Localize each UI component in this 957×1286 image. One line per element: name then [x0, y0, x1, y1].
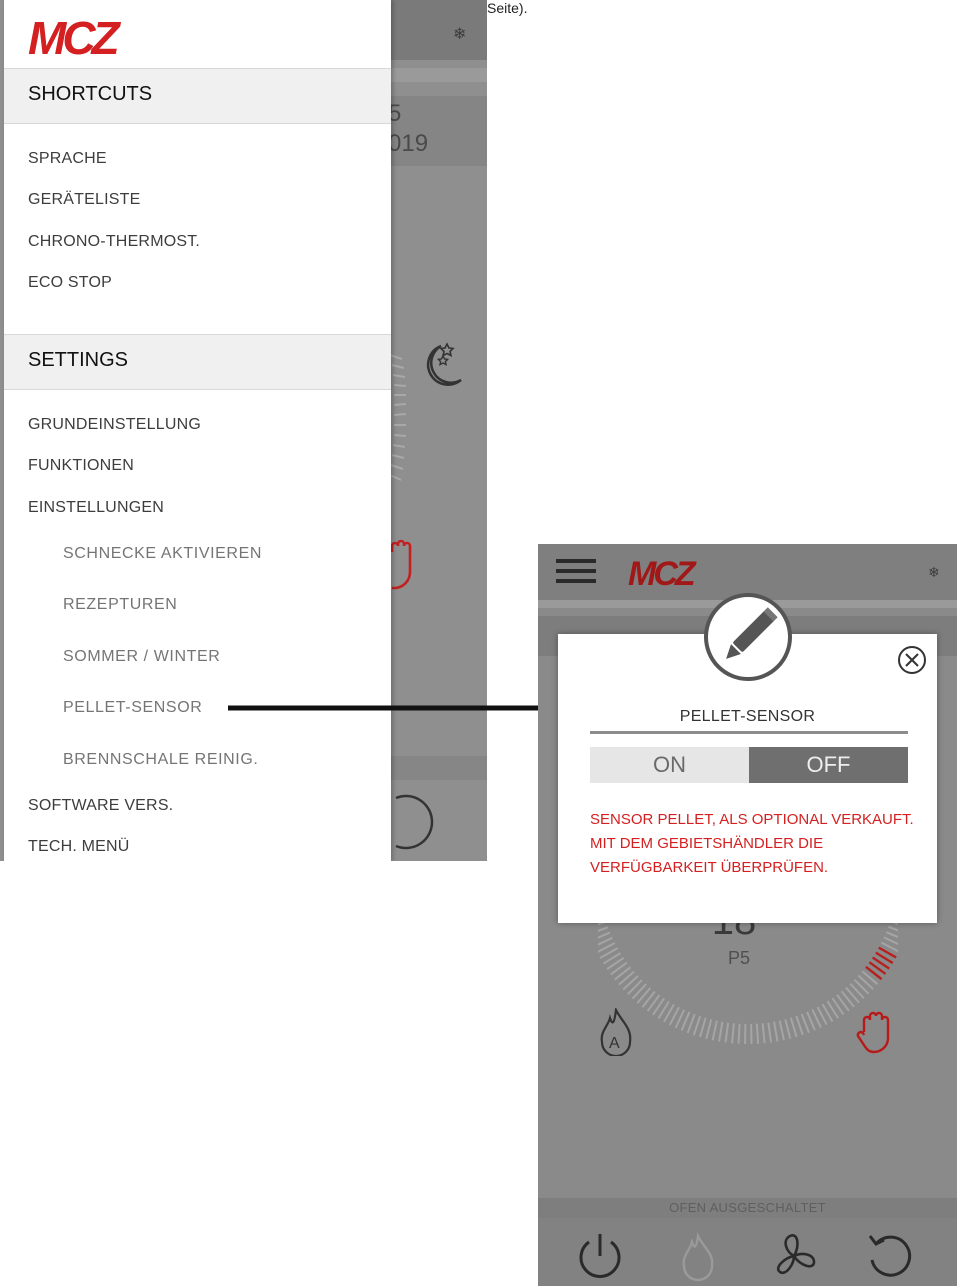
dialog-title: PELLET-SENSOR: [679, 708, 816, 725]
background-text-2: 019: [388, 130, 429, 157]
svg-text:A: A: [609, 1035, 620, 1052]
dial-tick: [800, 1013, 810, 1034]
shortcuts-header-label: SHORTCUTS: [28, 83, 153, 105]
toggle-on-button[interactable]: ON: [590, 747, 749, 783]
menu-item-funktionen[interactable]: FUNKTIONEN: [28, 457, 134, 475]
on-off-toggle[interactable]: ON OFF: [590, 747, 908, 783]
menu-item-grundeinstellung[interactable]: GRUNDEINSTELLUNG: [28, 416, 201, 434]
submenu-item-schnecke-aktivieren[interactable]: SCHNECKE AKTIVIEREN: [63, 545, 262, 563]
hand-icon[interactable]: [856, 1008, 896, 1056]
dial-tick: [705, 1019, 713, 1040]
menu-item-einstellungen[interactable]: EINSTELLUNGEN: [28, 499, 164, 517]
power-icon[interactable]: [574, 1230, 626, 1282]
warning-line-2: MIT DEM GEBIETSHÄNDLER DIE: [590, 835, 824, 852]
dial-tick: [778, 1020, 785, 1041]
dial-tick: [737, 1023, 741, 1044]
dial-tick: [773, 1021, 779, 1042]
menu-item-eco-stop[interactable]: ECO STOP: [28, 274, 112, 292]
submenu-item-pellet-sensor[interactable]: PELLET-SENSOR: [63, 699, 202, 717]
navigation-drawer: MCZ SHORTCUTS SPRACHE GERÄTELISTE CHRONO…: [4, 0, 391, 861]
flame-icon[interactable]: [672, 1230, 724, 1282]
menu-item-sprache[interactable]: SPRACHE: [28, 150, 107, 168]
mcz-logo: MCZ: [28, 14, 126, 60]
dial-tick: [761, 1023, 766, 1044]
dial-tick: [795, 1015, 804, 1036]
close-circle-icon[interactable]: [896, 644, 928, 676]
submenu-item-sommer-winter[interactable]: SOMMER / WINTER: [63, 648, 220, 666]
mcz-logo: MCZ: [628, 555, 700, 590]
menu-item-tech-menu[interactable]: TECH. MENÜ: [28, 838, 130, 856]
moon-star-icon[interactable]: [415, 338, 465, 390]
dial-tick: [784, 1019, 792, 1039]
svg-text:MCZ: MCZ: [628, 555, 697, 590]
flame-auto-icon[interactable]: A: [596, 1008, 636, 1056]
dial-tick: [699, 1017, 707, 1038]
menu-item-geraeteliste[interactable]: GERÄTELISTE: [28, 191, 140, 209]
warning-line-3: VERFÜGBARKEIT ÜBERPRÜFEN.: [590, 859, 829, 876]
warning-line-1: SENSOR PELLET, ALS OPTIONAL VERKAUFT.: [590, 811, 914, 828]
edit-pencil-icon: [704, 593, 792, 681]
toggle-off-button[interactable]: OFF: [749, 747, 908, 783]
dial-tick: [789, 1017, 798, 1038]
svg-text:MCZ: MCZ: [28, 14, 122, 60]
background-strip: [391, 68, 487, 82]
submenu-item-brennschale-reinig[interactable]: BRENNSCHALE REINIG.: [63, 751, 258, 769]
settings-header: SETTINGS: [4, 334, 391, 390]
hamburger-icon[interactable]: [556, 558, 596, 584]
menu-item-chrono-thermost[interactable]: CHRONO-THERMOST.: [28, 233, 200, 251]
fan-icon[interactable]: [768, 1230, 820, 1282]
caption-text: Seite).: [487, 0, 528, 16]
background-top-bar: [391, 0, 487, 60]
snowflake-icon[interactable]: ❄: [928, 564, 940, 581]
dial-tick: [718, 1021, 724, 1042]
shortcuts-header: SHORTCUTS: [4, 68, 391, 124]
dial-tick: [711, 1020, 718, 1041]
dialog-warning-message: SENSOR PELLET, ALS OPTIONAL VERKAUFT. MI…: [590, 808, 920, 880]
title-underline: [590, 731, 908, 734]
snowflake-icon[interactable]: ❄: [453, 24, 471, 43]
refresh-icon[interactable]: [864, 1230, 916, 1282]
menu-item-software-vers[interactable]: SOFTWARE VERS.: [28, 797, 173, 815]
submenu-item-rezepturen[interactable]: REZEPTUREN: [63, 596, 177, 614]
background-status-strip: [391, 756, 487, 780]
left-app-screen: 5 019 ❄ MCZ SHORTCUTS SPRACHE GERÄTELIST…: [0, 0, 487, 861]
settings-header-label: SETTINGS: [28, 349, 129, 371]
temperature-dial[interactable]: [598, 904, 898, 1064]
dial-tick: [692, 1015, 702, 1036]
dial-tick: [767, 1022, 773, 1043]
dial-tick: [724, 1022, 730, 1043]
status-text: OFEN AUSGESCHALTET: [669, 1200, 826, 1215]
dial-tick: [731, 1023, 735, 1044]
dial-tick: [686, 1013, 696, 1034]
dial-tick: [755, 1023, 760, 1044]
